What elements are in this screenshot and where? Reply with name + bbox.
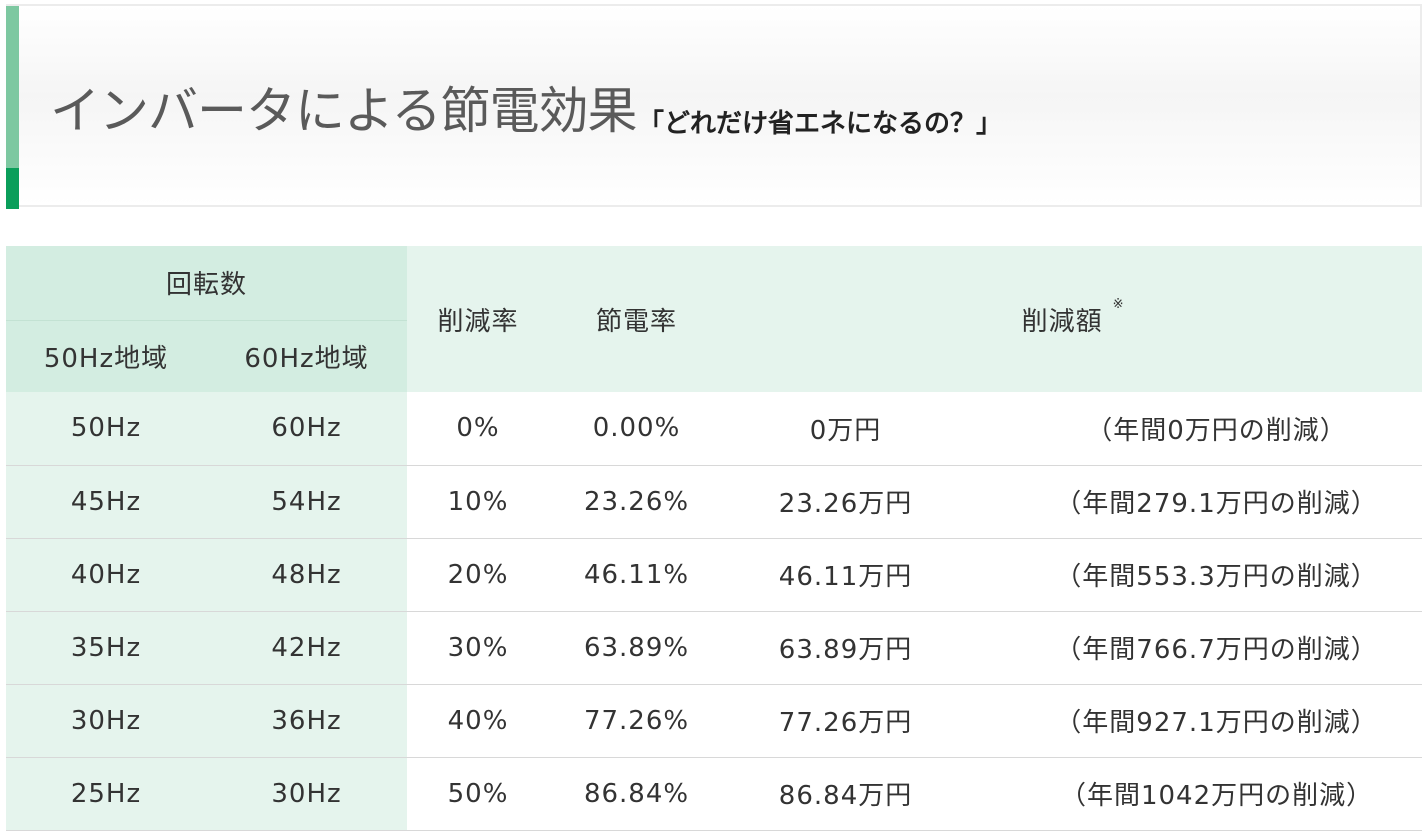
cell-amount: 77.26万円 [724, 684, 976, 758]
cell-reduction-rate: 40% [407, 684, 550, 758]
cell-reduction-rate: 30% [407, 611, 550, 685]
cell-amount: 63.89万円 [724, 611, 976, 685]
cell-hz50: 25Hz [6, 757, 206, 831]
cell-reduction-rate: 10% [407, 465, 550, 539]
cell-hz60: 36Hz [206, 684, 408, 758]
cell-hz50: 45Hz [6, 465, 206, 539]
header-rpm: 回転数 [6, 246, 408, 321]
cell-amount: 86.84万円 [724, 757, 976, 831]
table-row: 45Hz 54Hz 10% 23.26% 23.26万円 （年間279.1万円の… [6, 465, 1423, 539]
cell-saving-rate: 23.26% [549, 465, 725, 539]
table-row: 25Hz 30Hz 50% 86.84% 86.84万円 （年間1042万円の削… [6, 757, 1423, 831]
cell-hz50: 35Hz [6, 611, 206, 685]
header-saving-rate: 節電率 [549, 246, 725, 392]
header-row-1: 回転数 削減率 節電率 削減額 ※ [6, 246, 1423, 392]
cell-saving-rate: 86.84% [549, 757, 725, 831]
header-60hz-region: 60Hz地域 [206, 320, 408, 392]
cell-hz60: 30Hz [206, 757, 408, 831]
cell-hz50: 50Hz [6, 392, 206, 466]
heading-accent-bar-dark [6, 168, 19, 209]
header-rpm-label: 回転数 [166, 270, 248, 301]
cell-annual: （年間279.1万円の削減） [975, 465, 1423, 539]
page-title: インバータによる節電効果 [50, 82, 637, 140]
footnote-mark: ※ [1112, 296, 1125, 312]
table-row: 40Hz 48Hz 20% 46.11% 46.11万円 （年間553.3万円の… [6, 538, 1423, 612]
energy-saving-table: 回転数 削減率 節電率 削減額 ※ 50Hz地域 60Hz地域 50Hz 60Hz… [6, 246, 1423, 831]
cell-saving-rate: 46.11% [549, 538, 725, 612]
header-reduction-amount-label: 削減額 [1021, 306, 1103, 337]
cell-amount: 23.26万円 [724, 465, 976, 539]
table-row: 30Hz 36Hz 40% 77.26% 77.26万円 （年間927.1万円の… [6, 684, 1423, 758]
page: インバータによる節電効果 「どれだけ省エネになるの？」 回転数 削減率 節電率 … [0, 0, 1426, 836]
table-row: 35Hz 42Hz 30% 63.89% 63.89万円 （年間766.7万円の… [6, 611, 1423, 685]
cell-hz60: 42Hz [206, 611, 408, 685]
cell-annual: （年間0万円の削減） [975, 392, 1423, 466]
cell-reduction-rate: 20% [407, 538, 550, 612]
cell-hz50: 40Hz [6, 538, 206, 612]
cell-hz60: 60Hz [206, 392, 408, 466]
cell-reduction-rate: 0% [407, 392, 550, 466]
table-row: 50Hz 60Hz 0% 0.00% 0万円 （年間0万円の削減） [6, 392, 1423, 466]
cell-hz50: 30Hz [6, 684, 206, 758]
cell-amount: 46.11万円 [724, 538, 976, 612]
header-50hz-region: 50Hz地域 [6, 320, 206, 392]
section-heading: インバータによる節電効果 「どれだけ省エネになるの？」 [6, 4, 1422, 209]
page-subtitle: 「どれだけ省エネになるの？」 [638, 109, 1003, 139]
cell-annual: （年間766.7万円の削減） [975, 611, 1423, 685]
cell-annual: （年間553.3万円の削減） [975, 538, 1423, 612]
cell-amount: 0万円 [724, 392, 976, 466]
cell-saving-rate: 77.26% [549, 684, 725, 758]
cell-saving-rate: 63.89% [549, 611, 725, 685]
cell-annual: （年間1042万円の削減） [975, 757, 1423, 831]
cell-hz60: 54Hz [206, 465, 408, 539]
header-reduction-rate: 削減率 [407, 246, 550, 392]
cell-saving-rate: 0.00% [549, 392, 725, 466]
cell-reduction-rate: 50% [407, 757, 550, 831]
cell-hz60: 48Hz [206, 538, 408, 612]
cell-annual: （年間927.1万円の削減） [975, 684, 1423, 758]
header-reduction-amount: 削減額 ※ [724, 246, 1423, 392]
